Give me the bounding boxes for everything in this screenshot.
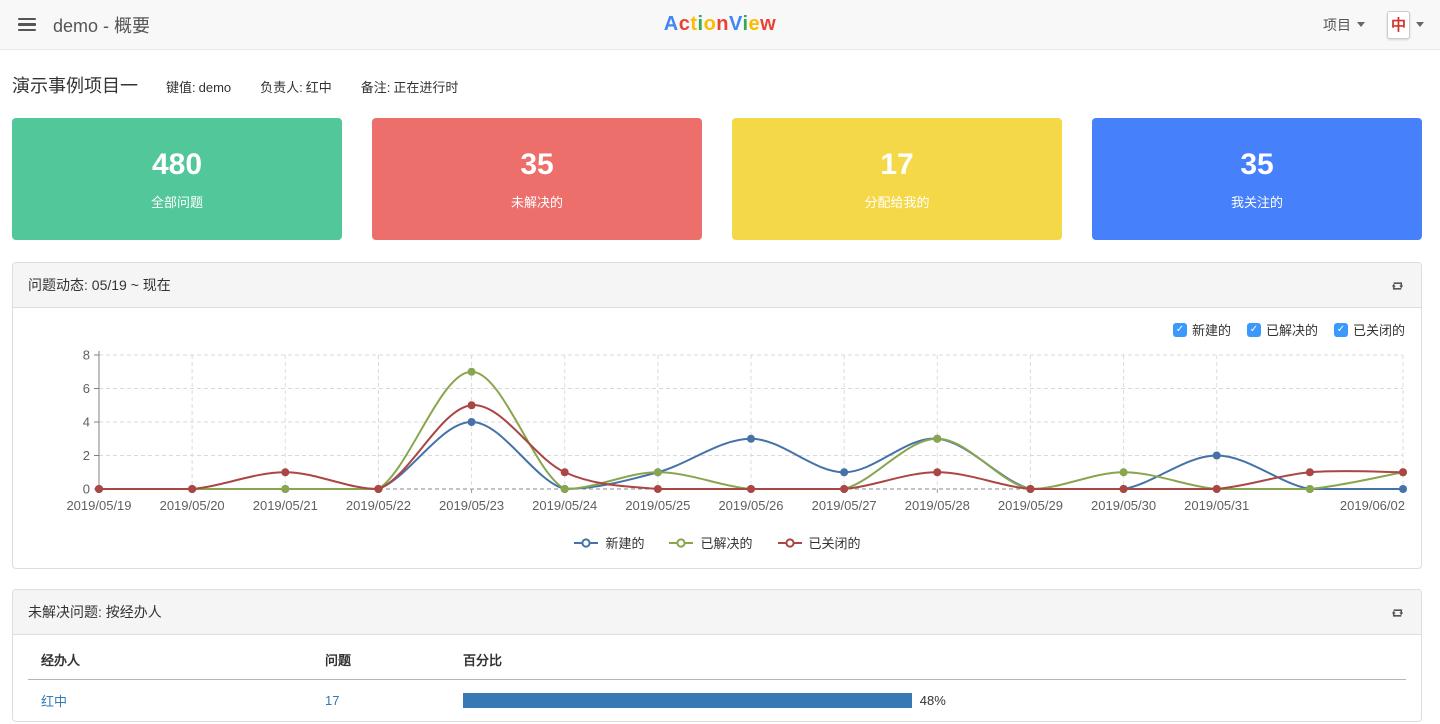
checkbox-closed[interactable]: ✓ 已关闭的 <box>1334 320 1405 339</box>
checkbox-checked-icon: ✓ <box>1247 323 1261 337</box>
svg-text:4: 4 <box>83 415 90 430</box>
svg-text:2019/05/31: 2019/05/31 <box>1184 498 1249 513</box>
assignee-panel-title: 未解决问题: 按经办人 <box>28 602 162 622</box>
legend-item[interactable]: 新建的 <box>573 533 644 552</box>
refresh-button[interactable] <box>1389 604 1406 621</box>
legend-item[interactable]: 已关闭的 <box>777 533 861 552</box>
svg-text:2: 2 <box>83 448 90 463</box>
svg-text:2019/05/27: 2019/05/27 <box>812 498 877 513</box>
svg-text:2019/05/19: 2019/05/19 <box>66 498 131 513</box>
trend-panel: 问题动态: 05/19 ~ 现在 ✓ 新建的 ✓ 已解决的 ✓ 已关闭的 <box>12 262 1422 569</box>
svg-text:2019/05/24: 2019/05/24 <box>532 498 597 513</box>
svg-text:2019/05/29: 2019/05/29 <box>998 498 1063 513</box>
svg-text:2019/05/21: 2019/05/21 <box>253 498 318 513</box>
percent-bar <box>463 693 912 708</box>
chevron-down-icon <box>1416 22 1424 27</box>
svg-text:0: 0 <box>83 482 90 497</box>
stat-card-unresolved[interactable]: 35 未解决的 <box>372 118 702 240</box>
chart-legend: 新建的 已解决的 已关闭的 <box>27 533 1407 552</box>
checkbox-resolved[interactable]: ✓ 已解决的 <box>1247 320 1318 339</box>
legend-marker-icon <box>573 537 599 549</box>
checkbox-new[interactable]: ✓ 新建的 <box>1173 320 1231 339</box>
col-header-issues: 问题 <box>312 635 450 680</box>
svg-text:2019/05/20: 2019/05/20 <box>160 498 225 513</box>
col-header-percent: 百分比 <box>450 635 1406 680</box>
svg-text:2019/05/25: 2019/05/25 <box>625 498 690 513</box>
svg-text:6: 6 <box>83 381 90 396</box>
svg-text:2019/05/22: 2019/05/22 <box>346 498 411 513</box>
checkbox-checked-icon: ✓ <box>1173 323 1187 337</box>
stat-card-assigned-to-me[interactable]: 17 分配给我的 <box>732 118 1062 240</box>
percent-label: 48% <box>920 693 946 708</box>
table-row: 红中 17 48% <box>28 680 1406 722</box>
svg-text:2019/05/23: 2019/05/23 <box>439 498 504 513</box>
project-menu[interactable]: 项目 <box>1323 15 1365 35</box>
refresh-icon <box>1390 605 1405 620</box>
chevron-down-icon <box>1357 22 1365 27</box>
top-navbar: demo - 概要 ActionView 项目 中 <box>0 0 1440 50</box>
svg-text:2019/06/02: 2019/06/02 <box>1340 498 1405 513</box>
project-meta: 键值:demo 负责人:红中 备注:正在进行时 <box>166 77 461 96</box>
issue-count-link[interactable]: 17 <box>325 693 339 708</box>
legend-marker-icon <box>668 537 694 549</box>
refresh-icon <box>1390 278 1405 293</box>
avatar: 中 <box>1387 11 1410 39</box>
meta-note: 备注:正在进行时 <box>361 77 462 96</box>
user-menu[interactable]: 中 <box>1387 11 1424 39</box>
assignee-panel: 未解决问题: 按经办人 经办人 问题 百分比 红中 17 <box>12 589 1422 722</box>
assignee-table: 经办人 问题 百分比 红中 17 48% <box>28 635 1406 721</box>
app-logo[interactable]: ActionView <box>664 13 776 36</box>
series-toggles: ✓ 新建的 ✓ 已解决的 ✓ 已关闭的 <box>27 320 1405 339</box>
page-header: 演示事例项目一 键值:demo 负责人:红中 备注:正在进行时 <box>12 72 1422 98</box>
navbar-title: demo - 概要 <box>53 12 150 38</box>
legend-item[interactable]: 已解决的 <box>668 533 752 552</box>
svg-text:8: 8 <box>83 348 90 363</box>
meta-key: 键值:demo <box>166 77 234 96</box>
page-title: 演示事例项目一 <box>12 72 138 98</box>
trend-chart: 0 2 4 6 8 2019/05/19 2019/05/20 2019/05/21 2019/… <box>27 347 1407 521</box>
stat-cards: 480 全部问题 35 未解决的 17 分配给我的 35 我关注的 <box>12 118 1422 240</box>
col-header-assignee: 经办人 <box>28 635 312 680</box>
checkbox-checked-icon: ✓ <box>1334 323 1348 337</box>
hamburger-icon[interactable] <box>16 14 38 36</box>
stat-card-all-issues[interactable]: 480 全部问题 <box>12 118 342 240</box>
svg-text:2019/05/30: 2019/05/30 <box>1091 498 1156 513</box>
meta-owner: 负责人:红中 <box>260 77 335 96</box>
stat-card-watched[interactable]: 35 我关注的 <box>1092 118 1422 240</box>
svg-text:2019/05/28: 2019/05/28 <box>905 498 970 513</box>
legend-marker-icon <box>777 537 803 549</box>
assignee-link[interactable]: 红中 <box>41 694 67 709</box>
refresh-button[interactable] <box>1389 277 1406 294</box>
trend-panel-title: 问题动态: 05/19 ~ 现在 <box>28 275 171 295</box>
svg-text:2019/05/26: 2019/05/26 <box>718 498 783 513</box>
project-menu-label: 项目 <box>1323 15 1351 35</box>
